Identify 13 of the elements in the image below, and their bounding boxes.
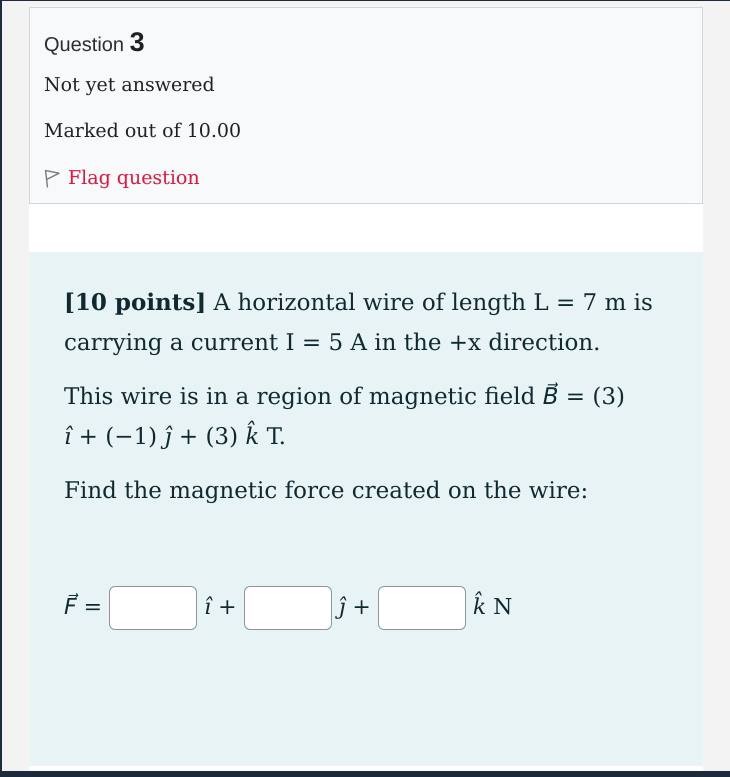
answer-input-field[interactable] xyxy=(378,586,466,630)
question-number: Question 3 xyxy=(44,27,145,59)
question-paragraph: Find the magnetic force created on the wire: xyxy=(64,477,590,506)
unit-vector-label: k̂ N xyxy=(472,593,512,623)
question-paragraph: [10 points] A horizontal wire of length L = 7 m is carrying a current I = 5 A in the +x direction. xyxy=(64,288,654,358)
grade-info: Marked out of 10.00 xyxy=(44,119,242,144)
unit-vector-label: ı̂ + xyxy=(204,594,237,622)
flag-question-link[interactable]: Flag question xyxy=(44,165,200,191)
answer-status: Not yet answered xyxy=(44,73,215,98)
answer-input-field[interactable] xyxy=(109,586,198,630)
answer-input-field[interactable] xyxy=(244,586,332,630)
force-vector-label: F⃗ = xyxy=(64,593,102,622)
question-paragraph: This wire is in a region of magnetic field B⃗ = (3) ı̂ + (−1) ȷ̂ + (3) k̂ T. xyxy=(64,382,626,452)
